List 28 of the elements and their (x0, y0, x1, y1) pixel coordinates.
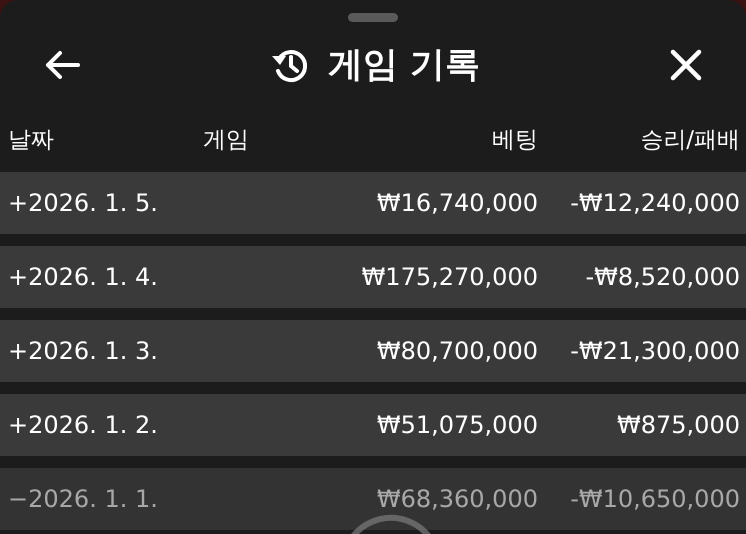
table-row[interactable]: +2026. 1. 5. ₩16,740,000 -₩12,240,000 (0, 172, 746, 234)
result-cell-text: -₩21,300,000 (569, 337, 740, 365)
column-header: 날짜 (8, 126, 55, 155)
date-cell-text: +2026. 1. 3. (8, 337, 159, 365)
table-row[interactable]: −2026. 1. 1. ₩68,360,000 -₩10,650,000 (0, 468, 746, 530)
date-cell-text: −2026. 1. 1. (8, 485, 159, 513)
table-row[interactable]: +2026. 1. 4. ₩175,270,000 -₩8,520,000 (0, 246, 746, 308)
column-header: 게임 (202, 126, 250, 155)
bet-cell-text: ₩51,075,000 (376, 411, 538, 439)
column-header: 승리/패배 (639, 126, 740, 155)
result-cell-text: ₩875,000 (616, 411, 740, 439)
result-cell-text: -₩8,520,000 (584, 263, 740, 291)
bet-cell-text: ₩16,740,000 (376, 189, 538, 217)
result-cell-text: -₩12,240,000 (569, 189, 740, 217)
date-cell-text: +2026. 1. 4. (8, 263, 159, 291)
bet-cell-text: ₩80,700,000 (376, 337, 538, 365)
column-header: 베팅 (491, 126, 538, 155)
result-cell-text: -₩10,650,000 (569, 485, 740, 513)
bet-cell-text: ₩175,270,000 (360, 263, 538, 291)
bet-cell-text: ₩68,360,000 (376, 485, 538, 513)
date-cell-text: +2026. 1. 5. (8, 189, 159, 217)
back-arrow-icon (44, 50, 80, 80)
drag-handle[interactable] (348, 13, 398, 22)
window-title: 게임 기록 (328, 44, 480, 87)
date-cell-text: +2026. 1. 2. (8, 411, 159, 439)
table-row[interactable]: +2026. 1. 3. ₩80,700,000 -₩21,300,000 (0, 320, 746, 382)
close-icon (670, 48, 702, 80)
table-row[interactable]: +2026. 1. 2. ₩51,075,000 ₩875,000 (0, 394, 746, 456)
